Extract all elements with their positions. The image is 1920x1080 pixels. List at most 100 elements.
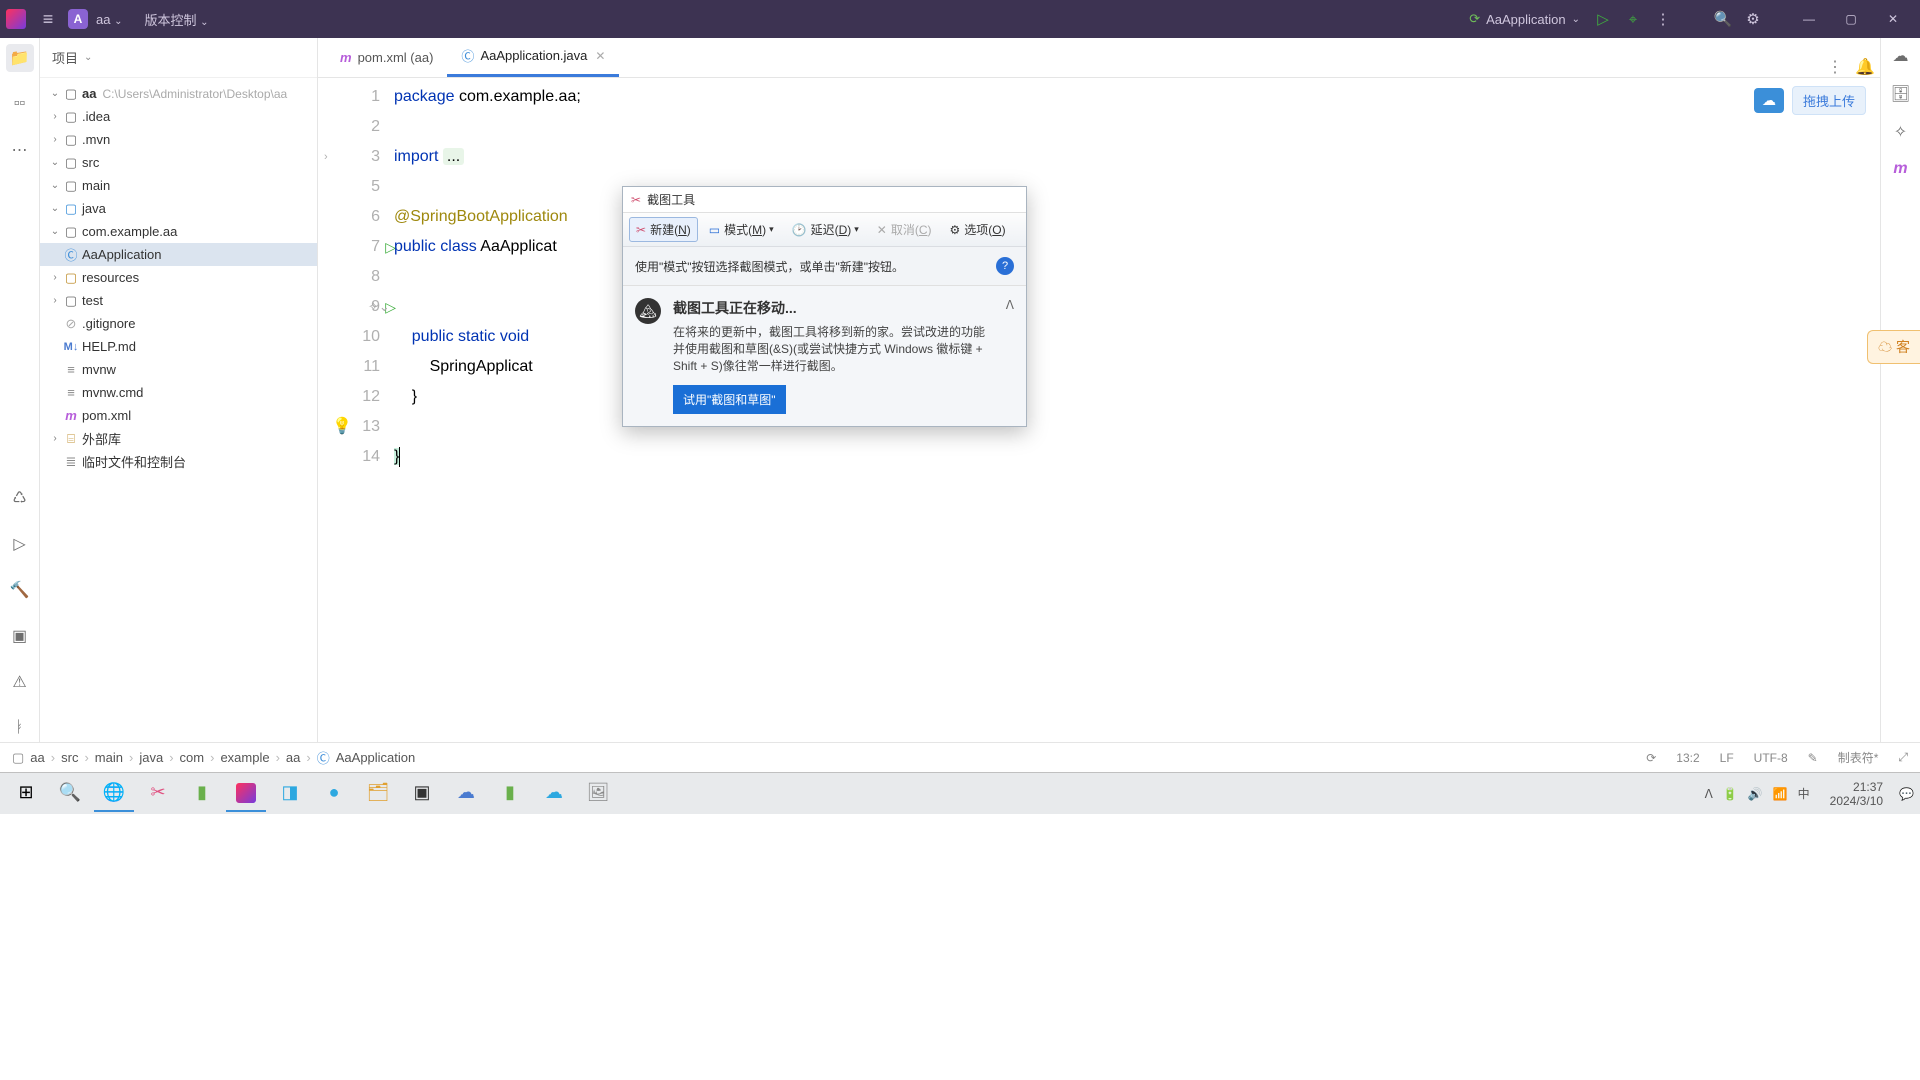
snip-new-button[interactable]: ✂新建(N) (629, 217, 698, 242)
taskbar-intellij[interactable] (226, 776, 266, 812)
tree-folder-main[interactable]: ⌄▢main (40, 174, 317, 197)
crumb[interactable]: main (95, 750, 123, 765)
tree-file-gitignore[interactable]: ⊘.gitignore (40, 312, 317, 335)
tabs-more-button[interactable]: ⋮ (1820, 57, 1850, 77)
tree-folder-resources[interactable]: ›▢resources (40, 266, 317, 289)
status-readonly-icon[interactable]: ✎ (1808, 751, 1818, 765)
crumb[interactable]: java (139, 750, 163, 765)
tool-build[interactable]: 🔨 (6, 576, 34, 604)
help-icon[interactable]: ? (996, 257, 1014, 275)
project-switcher[interactable]: aa ⌄ (96, 12, 122, 27)
tree-folder-mvn[interactable]: ›▢.mvn (40, 128, 317, 151)
taskbar-app5[interactable]: ▮ (490, 776, 530, 812)
crumb[interactable]: aa (30, 750, 44, 765)
snip-delay-button[interactable]: 🕑延迟(D) ▾ (785, 217, 866, 242)
tray-wifi-icon[interactable]: 📶 (1773, 787, 1788, 801)
close-tab-icon[interactable]: ✕ (595, 49, 605, 63)
tab-aaapplication[interactable]: ⒸAaApplication.java✕ (447, 37, 619, 77)
tree-file-mvnwcmd[interactable]: ≡mvnw.cmd (40, 381, 317, 404)
tool-services[interactable]: ♺ (6, 484, 34, 512)
tree-file-mvnw[interactable]: ≡mvnw (40, 358, 317, 381)
snip-titlebar[interactable]: ✂ 截图工具 (623, 187, 1026, 213)
taskbar-app3[interactable]: ● (314, 776, 354, 812)
maximize-button[interactable]: ▢ (1830, 12, 1872, 26)
tree-class-aaapplication[interactable]: ⒸAaApplication (40, 243, 317, 266)
tree-folder-test[interactable]: ›▢test (40, 289, 317, 312)
fold-icon[interactable]: › (324, 142, 328, 172)
status-indent[interactable]: 制表符* (1838, 749, 1879, 766)
status-lock-icon[interactable]: ⤢ (1898, 750, 1908, 765)
project-panel-header[interactable]: 项目⌄ (40, 38, 317, 78)
snip-mode-button[interactable]: ▭模式(M) ▾ (702, 217, 781, 242)
tree-scratches[interactable]: ≣临时文件和控制台 (40, 450, 317, 473)
tool-problems[interactable]: ⚠ (6, 668, 34, 696)
tree-folder-src[interactable]: ⌄▢src (40, 151, 317, 174)
crumb[interactable]: src (61, 750, 78, 765)
search-everywhere-button[interactable]: 🔍 (1708, 10, 1738, 28)
taskbar-app6[interactable]: ☁ (534, 776, 574, 812)
tray-ime[interactable]: 中 (1798, 785, 1810, 802)
status-line-sep[interactable]: LF (1720, 751, 1734, 765)
crumb[interactable]: AaApplication (336, 750, 416, 765)
tool-ai[interactable]: ✧ (1894, 122, 1907, 142)
vcs-menu[interactable]: 版本控制 ⌄ (144, 10, 208, 29)
code-editor[interactable]: 1 2 ›3 5 6 7▷ 8 9▷ 10 11 12 13 14 packag… (318, 78, 1880, 742)
main-menu-button[interactable]: ≡ (34, 9, 62, 30)
tree-external-libs[interactable]: ›⌸外部库 (40, 427, 317, 450)
close-button[interactable]: ✕ (1872, 12, 1914, 26)
tree-package[interactable]: ⌄▢com.example.aa (40, 220, 317, 243)
run-button[interactable]: ▷ (1588, 10, 1618, 28)
more-actions-button[interactable]: ⋮ (1648, 10, 1678, 28)
crumb[interactable]: example (220, 750, 269, 765)
tree-folder-java[interactable]: ⌄▢java (40, 197, 317, 220)
project-tool-button[interactable]: 📁 (6, 44, 34, 72)
project-badge[interactable]: A (68, 9, 88, 29)
tool-maven[interactable]: m (1893, 160, 1907, 178)
snip-try-button[interactable]: 试用"截图和草图" (673, 385, 786, 414)
tool-run[interactable]: ▷ (6, 530, 34, 558)
tray-battery-icon[interactable]: 🔋 (1723, 787, 1738, 801)
side-promo-tab[interactable]: ☁ 客 (1867, 330, 1920, 364)
snipping-tool-window[interactable]: ✂ 截图工具 ✂新建(N) ▭模式(M) ▾ 🕑延迟(D) ▾ ✕取消(C) ⚙… (622, 186, 1027, 427)
taskbar-app4[interactable]: ☁ (446, 776, 486, 812)
minimize-button[interactable]: — (1788, 12, 1830, 26)
tree-root[interactable]: ⌄▢aaC:\Users\Administrator\Desktop\aa (40, 82, 317, 105)
lightbulb-icon[interactable]: 💡 (332, 412, 352, 442)
taskbar-files[interactable]: 🗂 (358, 776, 398, 812)
collapse-icon[interactable]: ᐱ (1006, 298, 1014, 414)
structure-tool-button[interactable]: ▫▫ (6, 90, 34, 118)
debug-button[interactable]: ⌖ (1618, 11, 1648, 28)
settings-button[interactable]: ⚙ (1738, 10, 1768, 28)
code-body[interactable]: package com.example.aa; import ... @Spri… (394, 78, 1880, 742)
notifications-button[interactable]: 🔔 (1850, 57, 1880, 77)
tool-database[interactable]: 🗄 (1890, 84, 1910, 104)
tray-clock[interactable]: 21:372024/3/10 (1830, 780, 1883, 808)
tray-chevron-icon[interactable]: ᐱ (1705, 787, 1713, 801)
tool-terminal[interactable]: ▣ (6, 622, 34, 650)
tray-action-center-icon[interactable]: 💬 (1899, 787, 1914, 801)
status-caret-pos[interactable]: 13:2 (1676, 751, 1699, 765)
taskbar-terminal[interactable]: ▣ (402, 776, 442, 812)
more-tool-button[interactable]: ⋯ (6, 136, 34, 164)
taskbar-snip[interactable]: ✂ (138, 776, 178, 812)
snip-options-button[interactable]: ⚙选项(O) (943, 217, 1013, 242)
taskbar-app2[interactable]: ◨ (270, 776, 310, 812)
status-indexing-icon[interactable]: ⟳ (1646, 751, 1656, 765)
start-button[interactable]: ⊞ (6, 776, 46, 812)
status-encoding[interactable]: UTF-8 (1754, 751, 1788, 765)
tab-pom[interactable]: mpom.xml (aa) (326, 37, 447, 77)
taskbar-search[interactable]: 🔍 (50, 776, 90, 812)
taskbar-app1[interactable]: ▮ (182, 776, 222, 812)
tree-folder-idea[interactable]: ›▢.idea (40, 105, 317, 128)
tree-file-help[interactable]: M↓HELP.md (40, 335, 317, 358)
ai-suggest-icon[interactable]: ✧⌄ (368, 292, 390, 322)
tree-file-pom[interactable]: mpom.xml (40, 404, 317, 427)
tool-cloud[interactable]: ☁ (1893, 46, 1909, 66)
tray-volume-icon[interactable]: 🔊 (1748, 787, 1763, 801)
taskbar-edge[interactable]: 🌐 (94, 776, 134, 812)
crumb[interactable]: aa (286, 750, 300, 765)
run-configuration-selector[interactable]: ⟳ AaApplication ⌄ (1469, 11, 1580, 27)
crumb[interactable]: com (180, 750, 205, 765)
system-tray[interactable]: ᐱ 🔋 🔊 📶 中 21:372024/3/10 💬 (1705, 780, 1914, 808)
tool-git[interactable]: ᛓ (6, 714, 34, 742)
